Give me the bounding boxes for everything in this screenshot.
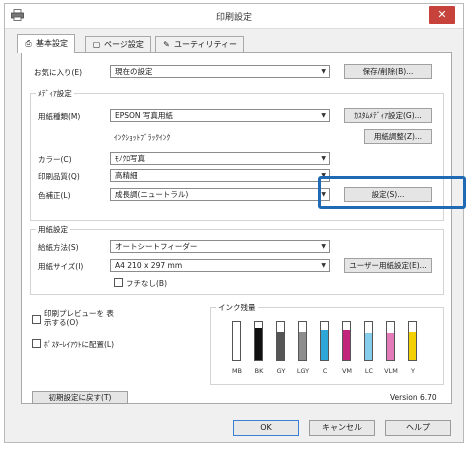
print-quality-label: 印刷品質(Q) (38, 172, 80, 181)
cancel-button[interactable]: キャンセル (309, 420, 375, 436)
chevron-down-icon: ▼ (321, 262, 326, 269)
ink-name-label: BK (254, 367, 264, 375)
print-preview-checkbox[interactable] (32, 315, 41, 324)
user-paper-size-button[interactable]: ユーザー用紙設定(E)... (344, 258, 432, 273)
print-quality-select[interactable]: 高精細 ▼ (110, 169, 330, 182)
window-title: 印刷設定 (215, 13, 252, 23)
page-icon: ▢ (92, 40, 101, 49)
help-button[interactable]: ヘルプ (385, 420, 451, 436)
ink-name-label: VM (341, 367, 353, 375)
ink-name-label: LC (364, 367, 374, 375)
paper-group-title: 用紙設定 (36, 224, 70, 235)
chevron-down-icon: ▼ (321, 68, 326, 75)
media-group-title: ﾒﾃﾞｨｱ設定 (36, 88, 74, 99)
ink-name-label: LGY (296, 367, 310, 375)
ink-level-fill (409, 331, 416, 360)
ink-level-fill (321, 329, 328, 360)
paper-source-select[interactable]: オートシートフィーダー ▼ (110, 240, 330, 253)
color-label: カラー(C) (38, 155, 72, 164)
ink-cartridge (408, 321, 417, 361)
color-select[interactable]: ﾓﾉｸﾛ写真 ▼ (110, 152, 330, 165)
chevron-down-icon: ▼ (321, 155, 326, 162)
paper-size-label: 用紙サイズ(I) (38, 262, 84, 271)
ink-cartridge (298, 321, 307, 361)
print-preview-label: 印刷プレビューを 表示する(O) (44, 309, 114, 327)
poster-layout-checkbox[interactable] (32, 339, 41, 348)
version-label: Version 6.70 (390, 393, 437, 402)
paper-type-label: 用紙種類(M) (38, 112, 81, 121)
borderless-checkbox[interactable] (114, 278, 123, 287)
borderless-label: フチなし(B) (126, 279, 167, 288)
title-bar: 印刷設定 ✕ (5, 4, 463, 29)
ink-cartridge (342, 321, 351, 361)
ink-cartridge (364, 321, 373, 361)
tab-utility[interactable]: ✎ ユーティリティー (155, 36, 245, 52)
ink-level-fill (343, 329, 350, 360)
tab-page-settings[interactable]: ▢ ページ設定 (85, 36, 151, 52)
ok-button[interactable]: OK (233, 420, 299, 436)
chevron-down-icon: ▼ (321, 243, 326, 250)
ink-level-fill (365, 333, 372, 360)
ink-name-label: Y (411, 367, 415, 375)
favorites-select[interactable]: 現在の設定 ▼ (110, 65, 330, 78)
settings-button-highlight (318, 176, 466, 209)
color-correction-select[interactable]: 成長調(ニュートラル) ▼ (110, 188, 330, 201)
printer-icon: ⎙ (25, 39, 32, 48)
ink-level-fill (387, 333, 394, 360)
ink-name-label: GY (276, 367, 286, 375)
poster-layout-label: ﾎﾟｽﾀｰﾚｲｱｳﾄに配置(L) (44, 340, 115, 349)
ink-cartridges: MB BK GY LGY C VM LC VLM Y (218, 307, 440, 385)
paper-size-select[interactable]: A4 210 x 297 mm ▼ (110, 259, 330, 272)
paper-type-select[interactable]: EPSON 写真用紙 ▼ (110, 109, 330, 122)
color-correction-label: 色補正(L) (38, 191, 71, 200)
ink-cartridge (254, 321, 263, 361)
ink-name-label: VLM (384, 367, 398, 375)
ink-name-label: MB (231, 367, 243, 375)
reset-defaults-button[interactable]: 初期設定に戻す(T) (32, 391, 128, 404)
ink-cartridge (386, 321, 395, 361)
print-settings-window: 印刷設定 ✕ ⎙ 基本設定 ▢ ページ設定 ✎ ユーティリティー お気に入り(E) 現… (4, 3, 464, 443)
ink-name-label: C (322, 367, 328, 375)
ink-cartridge (232, 321, 241, 361)
ink-cartridge (276, 321, 285, 361)
basic-settings-panel: お気に入り(E) 現在の設定 ▼ 保存/削除(B)... ﾒﾃﾞｨｱ設定 用紙種類… (21, 52, 452, 404)
tab-basic-settings[interactable]: ⎙ 基本設定 (17, 34, 75, 53)
ink-type-label: ｲﾝｸｼｮｯﾄﾌﾞﾗｯｸｲﾝｸ (114, 133, 171, 142)
ink-level-fill (299, 331, 306, 360)
ink-level-fill (277, 331, 284, 360)
save-delete-button[interactable]: 保存/削除(B)... (344, 64, 432, 79)
close-icon: ✕ (437, 8, 447, 21)
ink-cartridge (320, 321, 329, 361)
ink-level-fill (255, 327, 262, 360)
favorites-label: お気に入り(E) (34, 68, 83, 77)
chevron-down-icon: ▼ (321, 112, 326, 119)
custom-media-button[interactable]: ｶｽﾀﾑﾒﾃﾞｨｱ設定(G)... (344, 108, 432, 123)
close-button[interactable]: ✕ (429, 6, 455, 24)
wrench-icon: ✎ (163, 40, 170, 49)
paper-source-label: 給紙方法(S) (38, 243, 79, 252)
paper-adjust-button[interactable]: 用紙調整(Z)... (364, 129, 432, 144)
